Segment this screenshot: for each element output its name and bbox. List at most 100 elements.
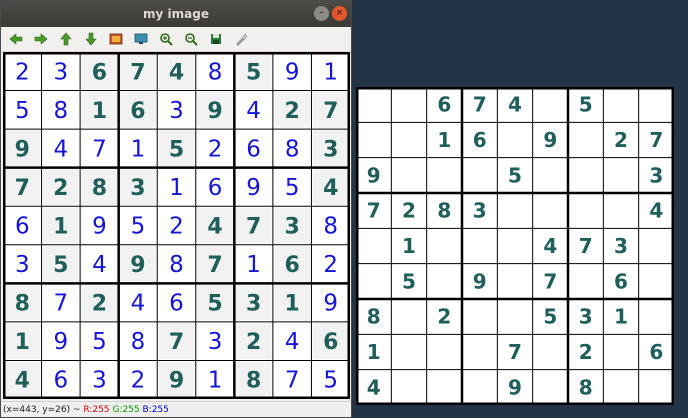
solved-digit: 2 — [246, 330, 261, 355]
blue-value: B:255 — [142, 405, 169, 415]
toolbar — [1, 27, 351, 52]
puzzle-digit: 7 — [508, 340, 522, 364]
solved-digit: 4 — [246, 98, 261, 124]
down-arrow-icon[interactable] — [80, 29, 101, 49]
solved-sudoku-image[interactable]: 2367485915816394279471526837283169546195… — [3, 52, 350, 399]
solved-digit: 5 — [131, 214, 146, 240]
puzzle-digit: 7 — [543, 269, 557, 293]
puzzle-digit: 8 — [437, 199, 451, 223]
solved-digit: 3 — [169, 98, 184, 124]
solved-digit: 2 — [169, 214, 184, 240]
image-window: my image – × 2 3 6 7 4 8 5 9 1 5 8 1 6 3… — [0, 0, 352, 418]
solved-digit: 5 — [207, 292, 222, 317]
solved-digit: 8 — [246, 369, 261, 394]
solved-digit: 3 — [130, 176, 145, 201]
solved-digit: 9 — [130, 253, 145, 278]
properties-icon[interactable] — [230, 29, 251, 49]
solved-digit: 5 — [169, 137, 184, 162]
puzzle-digit: 3 — [473, 199, 487, 223]
solved-digit: 6 — [54, 368, 69, 394]
up-arrow-icon[interactable] — [55, 29, 76, 49]
image-icon[interactable] — [105, 29, 126, 49]
solved-digit: 8 — [208, 59, 223, 85]
solved-digit: 7 — [15, 176, 30, 201]
solved-digit: 6 — [285, 253, 300, 278]
minimize-icon[interactable]: – — [314, 6, 329, 21]
solved-digit: 7 — [323, 99, 338, 124]
green-value: G:255 — [112, 405, 140, 415]
solved-digit: 4 — [54, 136, 69, 162]
solved-digit: 5 — [92, 329, 107, 355]
solved-digit: 6 — [323, 330, 338, 355]
solved-digit: 8 — [92, 176, 107, 201]
solved-digit: 1 — [323, 59, 338, 85]
puzzle-digit: 4 — [543, 234, 557, 258]
solved-digit: 1 — [208, 368, 223, 394]
puzzle-digit: 6 — [473, 128, 487, 152]
puzzle-digit: 3 — [579, 305, 593, 329]
solved-digit: 9 — [207, 99, 222, 124]
solved-digit: 1 — [169, 175, 184, 201]
puzzle-digit: 1 — [402, 234, 416, 258]
right-arrow-icon[interactable] — [30, 29, 51, 49]
solved-digit: 3 — [15, 252, 30, 278]
solved-digit: 9 — [54, 329, 69, 355]
solved-digit: 9 — [169, 369, 184, 394]
puzzle-digit: 1 — [437, 128, 451, 152]
solved-digit: 6 — [246, 136, 261, 162]
solved-digit: 9 — [15, 137, 30, 162]
left-arrow-icon[interactable] — [5, 29, 26, 49]
solved-digit: 2 — [92, 292, 107, 317]
solved-digit: 4 — [207, 215, 222, 240]
solved-digit: 7 — [246, 215, 261, 240]
solved-digit: 7 — [130, 60, 145, 85]
solved-digit: 4 — [131, 291, 146, 317]
solved-digit: 4 — [169, 60, 184, 85]
solved-digit: 4 — [285, 329, 300, 355]
window-titlebar[interactable]: my image – × — [1, 1, 351, 27]
zoom-out-icon[interactable] — [180, 29, 201, 49]
solved-digit: 5 — [285, 175, 300, 201]
solved-digit: 2 — [15, 59, 30, 85]
zoom-in-icon[interactable] — [155, 29, 176, 49]
puzzle-digit: 9 — [367, 163, 381, 187]
puzzle-digit: 9 — [508, 375, 522, 399]
solved-digit: 8 — [54, 98, 69, 124]
solved-digit: 1 — [285, 292, 300, 317]
puzzle-digit: 6 — [614, 269, 628, 293]
cursor-coords: (x=443, y=26) ~ — [3, 405, 84, 415]
puzzle-digit: 4 — [508, 93, 522, 117]
solved-digit: 1 — [131, 136, 146, 162]
solved-digit: 7 — [54, 291, 69, 317]
solved-digit: 6 — [15, 214, 30, 240]
puzzle-digit: 1 — [614, 305, 628, 329]
puzzle-digit: 5 — [579, 93, 593, 117]
solved-digit: 9 — [246, 175, 261, 201]
solved-digit: 5 — [246, 60, 261, 85]
solved-sudoku-grid: 2 3 6 7 4 8 5 9 15 8 1 6 3 9 4 2 79 4 7 1 5 2 6 8 37 2 8 3 1 6 9 5 46 1 9 5… — [3, 52, 350, 399]
window-title: my image — [143, 7, 209, 21]
solved-digit: 2 — [285, 99, 300, 124]
save-icon[interactable] — [205, 29, 226, 49]
solved-digit: 3 — [208, 329, 223, 355]
solved-digit: 3 — [246, 292, 261, 317]
solved-digit: 5 — [15, 98, 30, 124]
solved-digit: 6 — [92, 60, 107, 85]
puzzle-digit: 5 — [402, 269, 416, 293]
solved-digit: 1 — [53, 215, 68, 240]
solved-digit: 2 — [323, 252, 338, 278]
solved-digit: 3 — [285, 215, 300, 240]
red-value: R:255 — [83, 405, 110, 415]
solved-digit: 4 — [15, 369, 30, 394]
solved-digit: 8 — [15, 292, 30, 317]
fit-icon[interactable] — [130, 29, 151, 49]
sudoku-puzzle-grid: 6 7 4 51 6 9 2 79 5 37 2 8 3 41 4 7 35 9 7 68 2 5 3 11 7 2 64 9 8 — [356, 87, 674, 405]
puzzle-digit: 3 — [649, 163, 663, 187]
puzzle-digit: 2 — [437, 305, 451, 329]
solved-digit: 9 — [285, 59, 300, 85]
solved-digit: 1 — [15, 330, 30, 355]
solved-digit: 7 — [169, 330, 184, 355]
solved-digit: 1 — [246, 252, 261, 278]
close-icon[interactable]: × — [332, 6, 347, 21]
puzzle-digit: 8 — [579, 375, 593, 399]
